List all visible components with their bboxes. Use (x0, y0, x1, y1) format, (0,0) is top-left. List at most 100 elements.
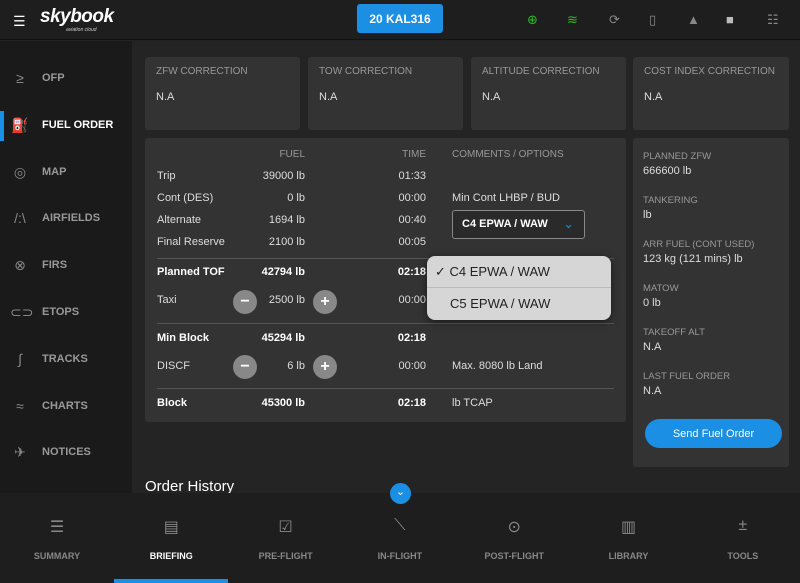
in-flight-icon: ⟍ (394, 517, 406, 534)
sidebar-item-label: ETOPS (42, 306, 80, 318)
send-fuel-order-button[interactable]: Send Fuel Order (645, 419, 782, 448)
nav-tools[interactable]: ± TOOLS (686, 493, 800, 583)
logo: skybook (40, 6, 114, 27)
airfield-icon: /:\ (14, 210, 26, 226)
collapse-button[interactable]: ⌄ (390, 483, 411, 504)
sidebar-item-etops[interactable]: ⊂⊃ ETOPS (0, 294, 132, 330)
summary-value: 666600 lb (643, 165, 692, 177)
fuel-row-fuel: 45300 lb (261, 397, 305, 409)
nav-label: SUMMARY (33, 551, 81, 561)
discf-decrease-button[interactable]: − (233, 355, 257, 379)
bottom-nav: ☰ SUMMARY ▤ BRIEFING ☑ PRE-FLIGHT ⟍ IN-FLIGHT ⊙ P… (0, 483, 800, 583)
sidebar-item-charts[interactable]: ≈ CHARTS (0, 388, 132, 424)
fuel-row-time: 01:33 (398, 170, 426, 182)
etops-icon: ⊂⊃ (10, 303, 34, 320)
nav-pre-flight[interactable]: ☑ PRE-FLIGHT (229, 493, 343, 583)
fuel-row-label: Taxi (157, 294, 177, 306)
taxi-increase-button[interactable]: + (313, 290, 337, 314)
summary-label: MATOW (643, 283, 679, 294)
fuel-row-label: Planned TOF (157, 266, 225, 278)
bell-icon[interactable]: ▲ (687, 12, 700, 27)
check-icon: ✓ (435, 264, 446, 279)
logo-subtitle: aviation cloud (66, 27, 97, 33)
sync-icon[interactable]: ⟳ (609, 12, 620, 28)
nav-label: TOOLS (727, 551, 759, 561)
card-value: N.A (319, 91, 338, 103)
top-bar: ☰ skybook aviation cloud 20 KAL316 ⊕ ≋ ⟳… (0, 0, 800, 40)
fuel-row-fuel: 42794 lb (261, 266, 305, 278)
flight-button[interactable]: 20 KAL316 (357, 4, 443, 33)
camera-icon[interactable]: ■ (726, 12, 734, 27)
sidebar-item-firs[interactable]: ⊗ FIRS (0, 247, 132, 283)
fuel-row-fuel: 2100 lb (268, 236, 305, 248)
fuel-row-time: 00:05 (398, 236, 426, 248)
sidebar-item-tracks[interactable]: ∫ TRACKS (0, 341, 132, 377)
fuel-row-fuel: 0 lb (287, 192, 305, 204)
nav-label: LIBRARY (608, 551, 649, 561)
card-label: ZFW CORRECTION (156, 66, 248, 77)
card-label: COST INDEX CORRECTION (644, 66, 775, 77)
card-value: N.A (156, 91, 175, 103)
fuel-row-time: 02:18 (397, 397, 426, 409)
fuel-row-comment: Min Cont LHBP / BUD (452, 192, 561, 204)
altitude-correction-card[interactable]: ALTITUDE CORRECTION N.A (471, 57, 626, 130)
fuel-row-fuel: 39000 lb (262, 170, 305, 182)
alternate-select[interactable]: C4 EPWA / WAW ⌄ (452, 210, 585, 239)
download-icon[interactable]: ⊕ (527, 12, 538, 28)
settings-sliders-icon[interactable]: ☷ (767, 12, 779, 28)
nav-in-flight[interactable]: ⟍ IN-FLIGHT (343, 493, 457, 583)
tow-correction-card[interactable]: TOW CORRECTION N.A (308, 57, 463, 130)
sidebar-item-ofp[interactable]: ≥ OFP (0, 60, 132, 96)
sidebar-item-label: MAP (42, 166, 67, 178)
dropdown-option[interactable]: C5 EPWA / WAW (427, 288, 611, 320)
fuel-row-time: 00:40 (398, 214, 426, 226)
select-value: C4 EPWA / WAW (462, 218, 548, 230)
bookmark-icon[interactable]: ▯ (649, 12, 656, 28)
fuel-row-fuel: 45294 lb (261, 332, 305, 344)
sidebar-item-label: NOTICES (42, 446, 91, 458)
wifi-icon[interactable]: ≋ (567, 12, 578, 28)
zfw-correction-card[interactable]: ZFW CORRECTION N.A (145, 57, 300, 130)
fuel-row-label: Block (157, 397, 187, 409)
nav-post-flight[interactable]: ⊙ POST-FLIGHT (457, 493, 571, 583)
fuel-row-time: 00:00 (398, 294, 426, 306)
summary-label: TAKEOFF ALT (643, 327, 705, 338)
nav-label: PRE-FLIGHT (258, 551, 313, 561)
nav-label: POST-FLIGHT (484, 551, 544, 561)
briefing-icon: ▤ (163, 519, 179, 536)
nav-label: BRIEFING (149, 551, 193, 561)
cost-index-correction-card[interactable]: COST INDEX CORRECTION N.A (633, 57, 789, 130)
sidebar-item-notices[interactable]: ✈ NOTICES (0, 434, 132, 470)
summary-value: 0 lb (643, 297, 661, 309)
sidebar-item-label: OFP (42, 72, 65, 84)
sidebar-item-label: AIRFIELDS (42, 212, 101, 224)
discf-increase-button[interactable]: + (313, 355, 337, 379)
sidebar: ≥ OFP ⛽ FUEL ORDER ◎ MAP /:\ AIRFIELDS ⊗ FIRS… (0, 41, 132, 493)
fuel-row-time: 02:18 (397, 266, 426, 278)
sidebar-item-label: FUEL ORDER (42, 119, 114, 131)
nav-briefing[interactable]: ▤ BRIEFING (114, 493, 229, 583)
summary-label: PLANNED ZFW (643, 151, 712, 162)
time-column-header: TIME (402, 149, 426, 160)
nav-library[interactable]: ▥ LIBRARY (572, 493, 686, 583)
chevron-down-icon: ⌄ (563, 216, 574, 231)
divider (157, 323, 614, 324)
post-flight-icon: ⊙ (507, 519, 521, 536)
option-label: C4 EPWA / WAW (449, 264, 550, 279)
summary-label: LAST FUEL ORDER (643, 371, 731, 382)
fuel-row-fuel: 1694 lb (268, 214, 305, 226)
summary-label: TANKERING (643, 195, 698, 206)
sidebar-item-fuel-order[interactable]: ⛽ FUEL ORDER (0, 107, 132, 143)
fuel-row-time: 00:00 (398, 360, 426, 372)
sidebar-item-airfields[interactable]: /:\ AIRFIELDS (0, 200, 132, 236)
dropdown-option[interactable]: ✓ C4 EPWA / WAW (427, 256, 611, 288)
comments-column-header: COMMENTS / OPTIONS (452, 149, 564, 160)
divider (157, 388, 614, 389)
taxi-decrease-button[interactable]: − (233, 290, 257, 314)
sidebar-item-map[interactable]: ◎ MAP (0, 154, 132, 190)
fuel-row-comment: Max. 8080 lb Land (452, 360, 543, 372)
fuel-row-label: Final Reserve (157, 236, 225, 248)
menu-icon[interactable]: ☰ (13, 13, 26, 30)
nav-summary[interactable]: ☰ SUMMARY (0, 493, 114, 583)
option-label: C5 EPWA / WAW (450, 296, 551, 311)
